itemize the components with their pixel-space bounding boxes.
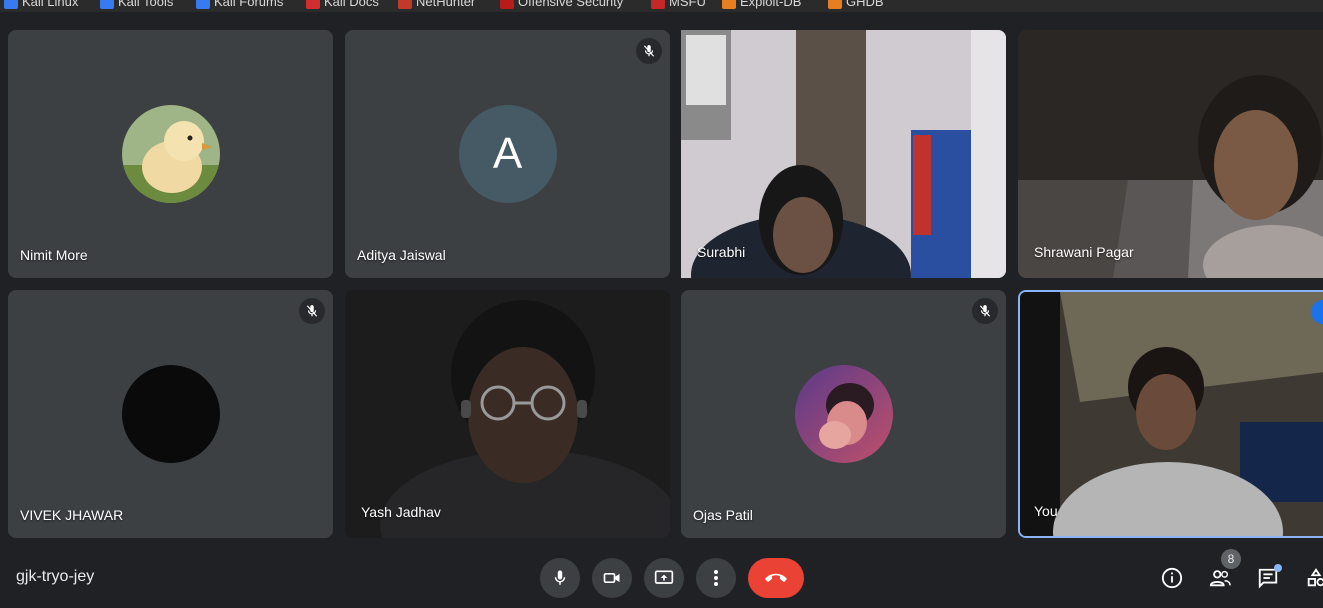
bottom-control-bar: gjk-tryo-jey [0, 548, 1323, 608]
bookmark-label: GHDB [846, 0, 884, 9]
participant-name: Ojas Patil [693, 507, 753, 523]
activities-button[interactable] [1300, 562, 1323, 594]
dark-avatar [121, 365, 220, 463]
bookmark-kali-docs[interactable]: Kali Docs [306, 0, 379, 9]
bookmark-label: Exploit-DB [740, 0, 802, 9]
bookmark-label: Kali Forums [214, 0, 284, 9]
participant-tile[interactable]: Nimit More [8, 30, 333, 278]
participant-name: You [1034, 503, 1058, 519]
participant-name: Yash Jadhav [361, 504, 441, 520]
people-count-badge: 8 [1221, 549, 1241, 569]
microphone-icon [554, 570, 566, 585]
chick-avatar [121, 105, 220, 203]
participant-tile[interactable]: A Aditya Jaiswal [345, 30, 670, 278]
bookmark-label: Kali Docs [324, 0, 379, 9]
bookmark-kali-linux[interactable]: Kali Linux [4, 0, 78, 9]
bookmark-label: Offensive Security [518, 0, 624, 9]
end-call-button[interactable] [748, 558, 804, 598]
participant-tile[interactable]: VIVEK JHAWAR [8, 290, 333, 538]
meeting-details-button[interactable] [1156, 562, 1188, 594]
participant-tile[interactable]: Shrawani Pagar [1018, 30, 1323, 278]
meeting-code: gjk-tryo-jey [16, 568, 95, 585]
bookmark-label: Kali Linux [22, 0, 79, 9]
mic-off-icon [299, 298, 325, 324]
participant-name: Surabhi [697, 244, 746, 260]
more-options-icon [714, 570, 718, 586]
bookmark-label: MSFU [669, 0, 706, 9]
video-feed [1020, 292, 1323, 536]
chat-notification-dot [1274, 564, 1282, 572]
video-feed [345, 290, 670, 538]
bookmark-offensive-security[interactable]: Offensive Security [500, 0, 623, 9]
video-feed [681, 30, 1006, 278]
bookmark-exploit-db[interactable]: Exploit-DB [722, 0, 801, 9]
mic-off-icon [636, 38, 662, 64]
participant-tile[interactable]: Yash Jadhav [345, 290, 670, 538]
letter-avatar: A [458, 105, 557, 203]
bookmark-kali-tools[interactable]: Kali Tools [100, 0, 173, 9]
bookmarks-bar: Kali Linux Kali Tools Kali Forums Kali D… [0, 0, 1323, 12]
bookmark-label: NetHunter [416, 0, 476, 9]
profile-photo-avatar [794, 365, 893, 463]
participant-name: Aditya Jaiswal [357, 247, 446, 263]
info-icon [1161, 567, 1183, 589]
activities-icon [1307, 568, 1323, 587]
bookmark-ghdb[interactable]: GHDB [828, 0, 884, 9]
present-screen-icon [654, 570, 674, 584]
bookmark-label: Kali Tools [118, 0, 174, 9]
video-feed [1018, 30, 1323, 278]
participant-tile[interactable]: Surabhi [681, 30, 1006, 278]
people-icon [1209, 570, 1231, 587]
more-options-button[interactable] [696, 558, 736, 598]
participant-name: Nimit More [20, 247, 88, 263]
self-video-tile[interactable]: You [1018, 290, 1323, 538]
participant-name: Shrawani Pagar [1034, 244, 1134, 260]
bookmark-kali-forums[interactable]: Kali Forums [196, 0, 283, 9]
bookmark-msfu[interactable]: MSFU [651, 0, 706, 9]
camera-button[interactable] [592, 558, 632, 598]
avatar-letter: A [492, 129, 523, 178]
end-call-icon [765, 573, 787, 582]
participant-tile[interactable]: Ojas Patil [681, 290, 1006, 538]
microphone-button[interactable] [540, 558, 580, 598]
participant-name: VIVEK JHAWAR [20, 507, 124, 523]
camera-icon [603, 573, 620, 583]
present-screen-button[interactable] [644, 558, 684, 598]
bookmark-nethunter[interactable]: NetHunter [398, 0, 475, 9]
mic-off-icon [972, 298, 998, 324]
